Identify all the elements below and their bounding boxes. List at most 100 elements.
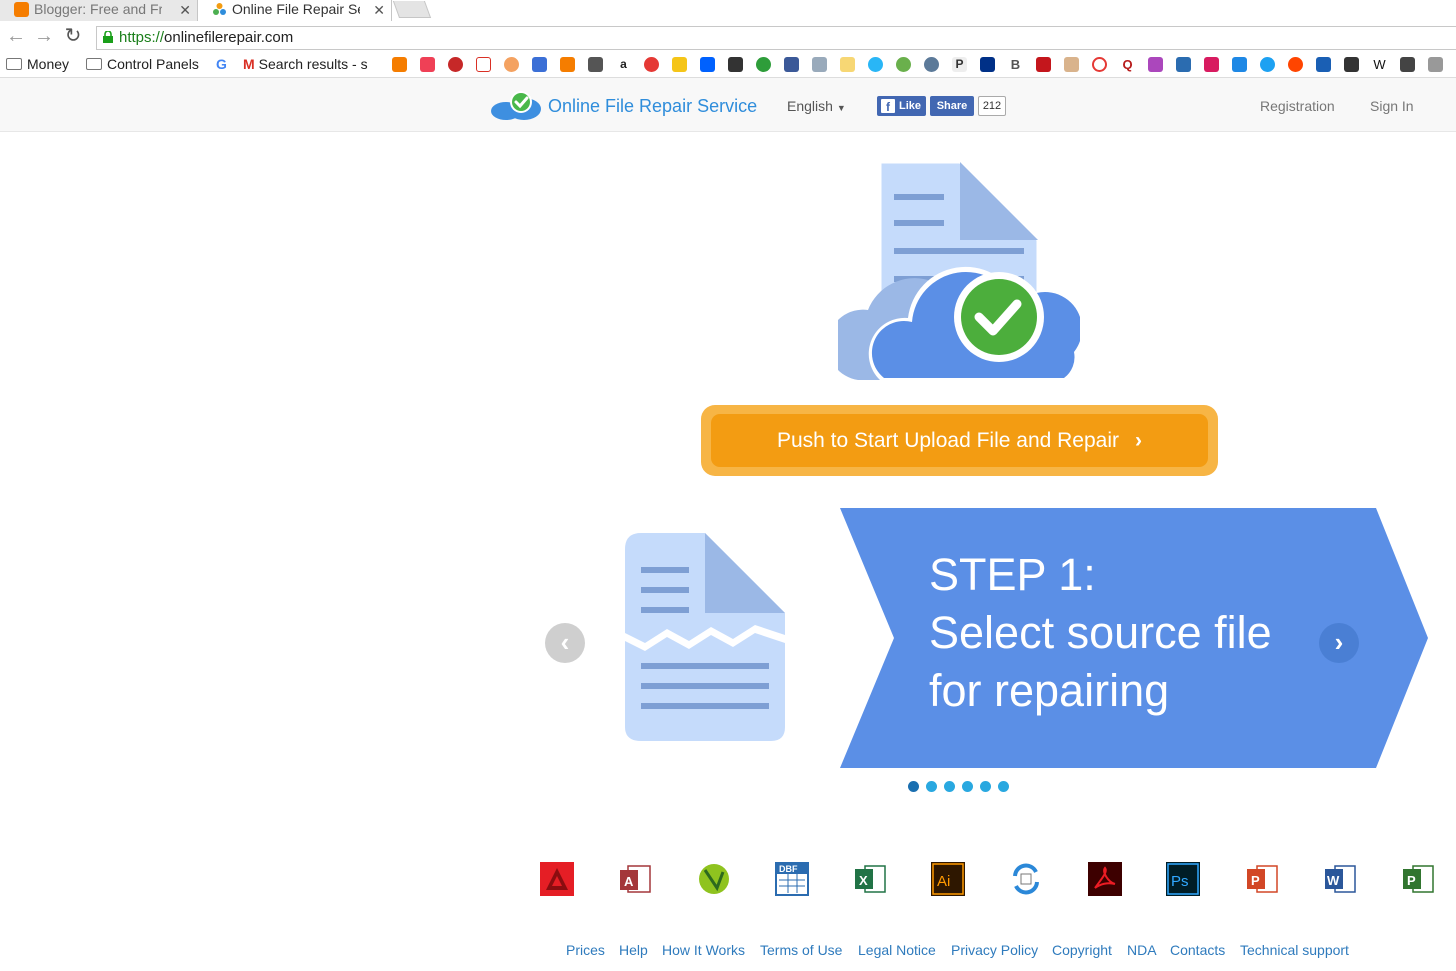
gmail-icon: M [243, 56, 255, 72]
bookmark-icon[interactable] [924, 57, 939, 72]
footer-link-technical-support[interactable]: Technical support [1240, 942, 1349, 958]
close-icon[interactable]: ✕ [373, 1, 385, 20]
coreldraw-icon[interactable] [697, 862, 731, 896]
twitter-icon[interactable] [1260, 57, 1275, 72]
bookmark-icon[interactable] [1148, 57, 1163, 72]
svg-text:X: X [859, 873, 868, 888]
site-navbar: Online File Repair Service English ▼ f Li… [0, 78, 1456, 132]
dbf-icon[interactable]: DBF [775, 862, 809, 896]
outlook-sync-icon[interactable] [1009, 862, 1043, 896]
footer-link-help[interactable]: Help [619, 942, 648, 958]
powerpoint-icon[interactable]: P [1245, 862, 1279, 896]
footer-link-terms[interactable]: Terms of Use [760, 942, 842, 958]
footer-link-legal-notice[interactable]: Legal Notice [858, 942, 936, 958]
slider-dot[interactable] [908, 781, 919, 792]
slider-dot[interactable] [998, 781, 1009, 792]
amazon-icon[interactable]: a [616, 57, 631, 72]
tab-online-file-repair[interactable]: Online File Repair Se ✕ [198, 0, 392, 21]
registration-link[interactable]: Registration [1260, 98, 1335, 114]
paypal-icon[interactable] [980, 57, 995, 72]
bookmark-icon[interactable] [812, 57, 827, 72]
damaged-document-illustration [615, 523, 795, 749]
step-line: Select source file [929, 607, 1272, 658]
dropbox-icon[interactable] [700, 57, 715, 72]
project-icon[interactable]: P [1401, 862, 1435, 896]
bookmark-icon[interactable] [1064, 57, 1079, 72]
google-icon[interactable]: G [216, 56, 227, 72]
bookmark-icon[interactable] [588, 57, 603, 72]
bookmark-icon[interactable] [448, 57, 463, 72]
slider-prev-button[interactable]: ‹ [545, 623, 585, 663]
gmail-bookmark-icon[interactable] [476, 57, 491, 72]
facebook-share-button[interactable]: Share [930, 96, 974, 116]
bookmark-icon[interactable] [1344, 57, 1359, 72]
bookmark-control-panels[interactable]: Control Panels [86, 56, 199, 72]
caret-down-icon: ▼ [836, 103, 846, 113]
reddit-icon[interactable] [1288, 57, 1303, 72]
back-icon[interactable]: ← [5, 25, 27, 47]
bookmark-icon[interactable] [1176, 57, 1191, 72]
bookmark-icon[interactable] [896, 57, 911, 72]
excel-icon[interactable]: X [853, 862, 887, 896]
bookmark-icon[interactable] [644, 57, 659, 72]
bookmark-icon[interactable] [1092, 57, 1107, 72]
word-icon[interactable]: W [1323, 862, 1357, 896]
bookmark-icon[interactable] [1036, 57, 1051, 72]
bookmark-search-results[interactable]: M Search results - s [243, 56, 368, 72]
language-select[interactable]: English ▼ [787, 98, 846, 114]
bookmark-icon[interactable] [504, 57, 519, 72]
slider-dot[interactable] [944, 781, 955, 792]
bookmark-icon[interactable] [1316, 57, 1331, 72]
mail-bookmark-icon[interactable] [532, 57, 547, 72]
footer-link-how-it-works[interactable]: How It Works [662, 942, 745, 958]
footer-link-privacy[interactable]: Privacy Policy [951, 942, 1038, 958]
forward-icon[interactable]: → [33, 25, 55, 47]
brand-name[interactable]: Online File Repair Service [548, 96, 757, 117]
illustrator-icon[interactable]: Ai [931, 862, 965, 896]
new-tab-button[interactable] [392, 1, 432, 18]
bookmark-icon[interactable] [1204, 57, 1219, 72]
address-bar[interactable]: https://onlinefilerepair.com [96, 26, 1456, 50]
footer-link-nda[interactable]: NDA [1127, 942, 1157, 958]
bookmark-icon[interactable] [840, 57, 855, 72]
cloud-check-icon [491, 91, 541, 120]
wikipedia-icon[interactable]: W [1372, 57, 1387, 72]
bookmark-icon[interactable] [1400, 57, 1415, 72]
chevron-left-icon: ‹ [560, 627, 570, 657]
bookmark-icon[interactable] [728, 57, 743, 72]
bookmark-icon[interactable]: B [1008, 57, 1023, 72]
bookmark-icon[interactable]: P [952, 57, 967, 72]
acrobat-icon[interactable] [1088, 862, 1122, 896]
footer-link-prices[interactable]: Prices [566, 942, 605, 958]
close-icon[interactable]: ✕ [179, 1, 191, 20]
bookmark-icon[interactable] [756, 57, 771, 72]
quora-icon[interactable]: Q [1120, 57, 1135, 72]
slider-dot[interactable] [962, 781, 973, 792]
bookmark-money[interactable]: Money [6, 56, 69, 72]
sign-in-link[interactable]: Sign In [1370, 98, 1414, 114]
blogger-bookmark-icon[interactable] [560, 57, 575, 72]
slider-dot[interactable] [980, 781, 991, 792]
pocket-bookmark-icon[interactable] [420, 57, 435, 72]
bookmark-icon[interactable] [868, 57, 883, 72]
slider-next-button[interactable]: › [1319, 623, 1359, 663]
footer-link-contacts[interactable]: Contacts [1170, 942, 1225, 958]
tab-blogger[interactable]: Blogger: Free and Fr ✕ [0, 0, 198, 21]
bookmark-icon[interactable] [672, 57, 687, 72]
bookmark-icon[interactable] [1428, 57, 1443, 72]
facebook-icon[interactable] [784, 57, 799, 72]
facebook-like-button[interactable]: f Like [877, 96, 926, 116]
autocad-icon[interactable] [540, 862, 574, 896]
chevron-right-icon: › [1135, 429, 1143, 452]
tab-strip: Blogger: Free and Fr ✕ Online File Repai… [0, 0, 1456, 23]
photoshop-icon[interactable]: Ps [1166, 862, 1200, 896]
slider-dot[interactable] [926, 781, 937, 792]
upload-and-repair-button[interactable]: Push to Start Upload File and Repair › [711, 414, 1208, 467]
footer-link-copyright[interactable]: Copyright [1052, 942, 1112, 958]
folder-icon [86, 58, 102, 70]
bookmark-icon[interactable] [1232, 57, 1247, 72]
reload-icon[interactable]: ↻ [62, 25, 84, 47]
blogger-bookmark-icon[interactable] [392, 57, 407, 72]
brand-logo[interactable] [490, 89, 545, 126]
access-icon[interactable]: A [618, 862, 652, 896]
